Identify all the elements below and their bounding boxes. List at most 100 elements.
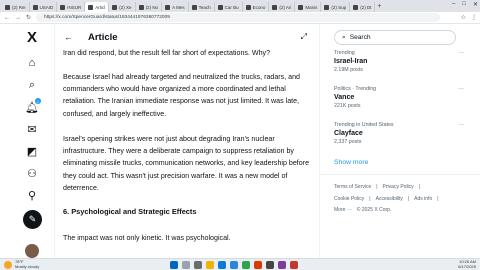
app-icon[interactable] <box>266 261 274 269</box>
search-input[interactable]: ⌕ Search <box>334 30 456 45</box>
trend-count: 2,337 posts <box>334 139 362 145</box>
trend-context: Trending in United States <box>334 122 394 128</box>
more-icon[interactable]: ··· <box>458 50 464 56</box>
article-paragraph: Because Israel had already targeted and … <box>63 73 300 118</box>
extensions-icon[interactable]: ⋮ <box>471 14 477 21</box>
bookmark-star-icon[interactable]: ☆ <box>461 14 466 21</box>
system-clock[interactable]: 10:26 AM 6/17/2025 <box>458 259 476 269</box>
tab-favicon-icon <box>5 4 10 10</box>
tab-favicon-icon <box>217 4 223 10</box>
browser-tab[interactable]: (2) Dt <box>350 2 376 12</box>
trend-name: Clayface <box>334 130 363 137</box>
browser-tab[interactable]: (2) No <box>136 2 163 12</box>
browser-tab[interactable]: (2) Rei <box>2 2 30 12</box>
browser-tab[interactable]: Car Bu <box>215 2 243 12</box>
search-icon: ⌕ <box>342 33 346 41</box>
browser-tab[interactable]: Econo <box>243 2 270 12</box>
reload-icon[interactable]: ↻ <box>26 14 31 21</box>
app-icon[interactable] <box>278 261 286 269</box>
article-paragraph: Iran did respond, but the result fell fa… <box>63 49 271 57</box>
tab-favicon-icon <box>165 4 171 10</box>
start-icon[interactable] <box>170 261 178 269</box>
browser-tab[interactable]: (2) Sup <box>321 2 351 12</box>
store-icon[interactable] <box>230 261 238 269</box>
app-icon[interactable] <box>290 261 298 269</box>
ads-info-link[interactable]: Ads info <box>414 196 432 202</box>
feather-icon: ✎ <box>28 214 37 224</box>
trend-count: 221K posts <box>334 103 361 109</box>
right-sidebar: ⌕ Search Trending Israel-Iran 2.19M post… <box>320 24 480 258</box>
task-view-icon[interactable] <box>194 261 202 269</box>
maximize-icon[interactable]: □ <box>462 1 466 8</box>
browser-tab[interactable]: (2) Xe <box>109 2 136 12</box>
tab-favicon-icon <box>324 4 330 10</box>
tab-favicon-icon <box>60 4 66 10</box>
privacy-link[interactable]: Privacy Policy <box>383 184 414 190</box>
back-arrow-icon[interactable]: ← <box>64 32 76 42</box>
tab-favicon-icon <box>353 4 359 10</box>
office-icon[interactable] <box>254 261 262 269</box>
close-icon[interactable]: ✕ <box>473 1 478 8</box>
file-explorer-icon[interactable] <box>206 261 214 269</box>
browser-tab[interactable]: INSUR <box>57 2 86 12</box>
article-paragraph: The impact was not only kinetic. It was … <box>63 234 231 242</box>
post-button[interactable]: ✎ <box>23 210 42 229</box>
tab-favicon-icon <box>191 4 197 10</box>
communities-icon[interactable]: ⚇ <box>25 166 39 180</box>
show-more-link[interactable]: Show more <box>334 159 368 166</box>
weather-icon <box>4 260 12 269</box>
browser-tab[interactable]: A Mes <box>162 2 189 12</box>
x-logo-icon[interactable]: X <box>25 29 39 46</box>
notifications-badge: 1 <box>35 98 41 104</box>
footer-line: Terms of Service | Privacy Policy | <box>334 184 420 190</box>
more-link[interactable]: More ··· <box>334 207 352 213</box>
browser-tab[interactable]: (2) Ari <box>269 2 296 12</box>
divider <box>320 174 480 175</box>
more-icon[interactable]: ··· <box>458 122 464 128</box>
article-column: ← Article ⤢ Iran did respond, but the re… <box>54 24 320 258</box>
back-icon[interactable]: ← <box>4 15 10 21</box>
tab-favicon-icon <box>245 4 251 10</box>
trend-name: Vance <box>334 94 355 101</box>
terms-link[interactable]: Terms of Service <box>334 184 371 190</box>
avatar[interactable] <box>25 244 39 258</box>
tab-favicon-icon <box>272 4 278 10</box>
chrome-icon[interactable] <box>242 261 250 269</box>
browser-tab[interactable]: Teach <box>189 2 215 12</box>
browser-tab-active[interactable]: Articl <box>85 2 110 12</box>
expand-icon[interactable]: ⤢ <box>301 32 307 42</box>
trend-item[interactable]: Trending in United States Clayface 2,337… <box>334 122 464 145</box>
search-icon[interactable] <box>182 261 190 269</box>
grok-icon[interactable]: ◩ <box>25 144 39 158</box>
trend-item[interactable]: Trending Israel-Iran 2.19M posts ··· <box>334 50 464 73</box>
home-icon[interactable]: ⌂ <box>25 56 39 70</box>
clock-date: 6/17/2025 <box>458 263 476 269</box>
browser-tab[interactable]: USAID <box>30 2 58 12</box>
more-icon[interactable]: ··· <box>458 86 464 92</box>
copyright: © 2025 X Corp. <box>356 207 392 213</box>
tab-favicon-icon <box>88 4 94 10</box>
weather-widget[interactable]: 78°F Mostly cloudy <box>4 259 39 269</box>
article-paragraph: Israel's opening strikes were not just a… <box>63 135 310 192</box>
forward-icon[interactable]: → <box>15 15 21 21</box>
accessibility-link[interactable]: Accessibility <box>376 196 403 202</box>
footer-line: Cookie Policy | Accessibility | Ads info | <box>334 195 439 202</box>
url-field[interactable]: https://x.com/SpencerGuard/status/193444… <box>36 13 440 22</box>
trend-name: Israel-Iran <box>334 58 368 65</box>
taskbar: 78°F Mostly cloudy 10:26 AM 6/17/2025 <box>0 258 480 270</box>
trend-item[interactable]: Politics · Trending Vance 221K posts ··· <box>334 86 464 109</box>
new-tab-button[interactable]: + <box>377 3 381 10</box>
mail-icon[interactable]: ✉ <box>25 122 39 136</box>
profile-icon[interactable]: ⚲ <box>25 188 39 202</box>
search-icon[interactable]: ⌕ <box>25 78 39 92</box>
footer-line: More ··· © 2025 X Corp. <box>334 205 464 217</box>
trend-context: Politics · Trending <box>334 86 377 92</box>
cookie-link[interactable]: Cookie Policy <box>334 196 364 202</box>
minimize-icon[interactable]: – <box>452 1 455 8</box>
notifications-icon[interactable]: 🔔︎ 1 <box>25 98 41 114</box>
browser-tab[interactable]: Manis <box>295 2 322 12</box>
tab-favicon-icon <box>298 4 304 10</box>
address-bar: ← → ↻ https://x.com/SpencerGuard/status/… <box>0 12 480 24</box>
tab-favicon-icon <box>112 4 118 10</box>
edge-icon[interactable] <box>218 261 226 269</box>
